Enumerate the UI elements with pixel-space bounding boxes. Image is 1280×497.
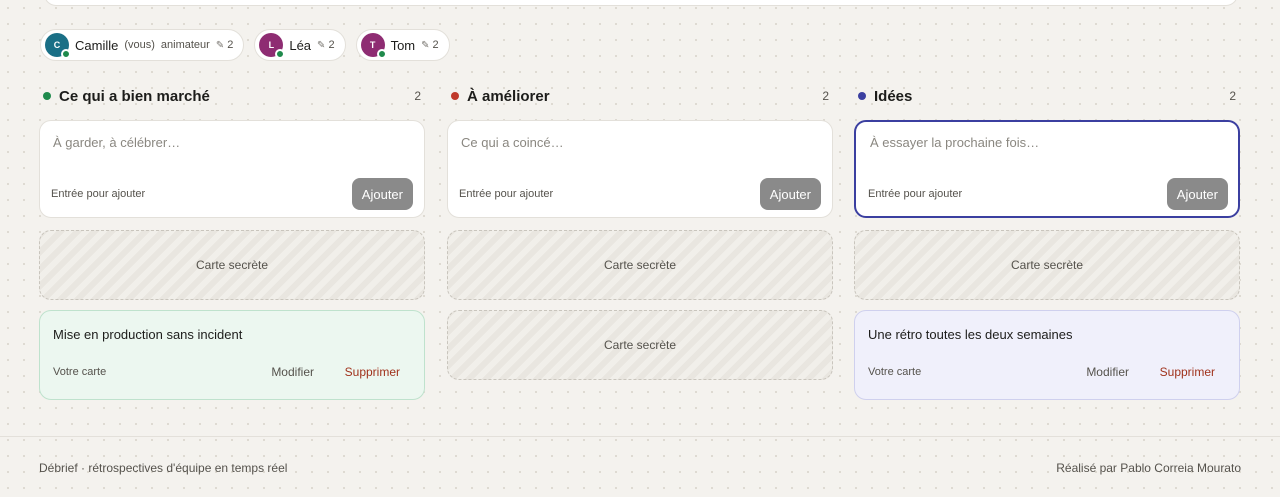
column-title: Ce qui a bien marché [59,87,210,105]
participant-card-count: ✎ 2 [216,39,234,51]
card-input[interactable] [53,135,393,150]
composer-hint: Entrée pour ajouter [868,188,963,200]
card-composer: Entrée pour ajouter Ajouter [39,120,425,218]
own-card: Mise en production sans incident Votre c… [39,310,425,400]
footer-tagline: Débrief · rétrospectives d'équipe en tem… [39,461,288,475]
column-header: Ce qui a bien marché 2 [39,86,425,106]
participants-bar: C Camille (vous) animateur ✎ 2 L Léa ✎ 2… [40,29,450,61]
card-composer: Entrée pour ajouter Ajouter [447,120,833,218]
column-title: À améliorer [467,87,550,105]
column-color-dot [858,92,866,100]
participant-count-value: 2 [328,39,335,51]
column-title: Idées [874,87,913,105]
add-button[interactable]: Ajouter [351,178,413,210]
footer-credit: Réalisé par Pablo Correia Mourato [1056,461,1241,475]
delete-card-button[interactable]: Supprimer [345,365,400,379]
card-input[interactable] [870,135,1210,150]
own-card: Une rétro toutes les deux semaines Votre… [854,310,1240,400]
column-count: 2 [414,89,421,103]
edit-card-button[interactable]: Modifier [271,365,314,379]
footer: Débrief · rétrospectives d'équipe en tem… [0,436,1280,497]
card-input[interactable] [461,135,801,150]
avatar: L [259,33,286,59]
add-button[interactable]: Ajouter [759,178,821,210]
secret-card: Carte secrète [447,310,833,380]
delete-card-button[interactable]: Supprimer [1160,365,1215,379]
column-to-improve: À améliorer 2 Entrée pour ajouter Ajoute… [447,86,833,380]
participant-chip-camille: C Camille (vous) animateur ✎ 2 [40,29,245,61]
participant-you-label: (vous) [124,39,155,51]
participant-role: animateur [160,39,210,51]
secret-card: Carte secrète [854,230,1240,300]
avatar-initial: L [268,40,275,50]
participant-card-count: ✎ 2 [317,39,335,51]
participant-count-value: 2 [432,39,439,51]
participant-count-value: 2 [227,39,234,51]
column-header: À améliorer 2 [447,86,833,106]
card-owner-label: Votre carte [868,366,922,378]
composer-hint: Entrée pour ajouter [51,188,146,200]
online-indicator [376,49,387,59]
column-count: 2 [1229,89,1236,103]
column-ideas: Idées 2 Entrée pour ajouter Ajouter Cart… [854,86,1240,400]
top-panel [44,0,1238,6]
pencil-icon: ✎ [421,39,430,51]
secret-card: Carte secrète [39,230,425,300]
column-count: 2 [822,89,829,103]
participant-card-count: ✎ 2 [421,39,439,51]
card-text: Mise en production sans incident [53,327,243,342]
card-composer: Entrée pour ajouter Ajouter [854,120,1240,218]
avatar-initial: C [53,40,61,50]
column-color-dot [43,92,51,100]
edit-card-button[interactable]: Modifier [1086,365,1129,379]
column-went-well: Ce qui a bien marché 2 Entrée pour ajout… [39,86,425,400]
online-indicator [61,49,71,59]
add-button[interactable]: Ajouter [1166,178,1228,210]
card-owner-label: Votre carte [53,366,107,378]
participant-name: Léa [289,37,312,53]
column-header: Idées 2 [854,86,1240,106]
participant-chip-lea: L Léa ✎ 2 [254,29,346,61]
online-indicator [275,49,286,59]
avatar: T [360,33,387,59]
participant-name: Camille [75,37,119,53]
column-color-dot [451,92,459,100]
pencil-icon: ✎ [215,39,225,51]
participant-chip-tom: T Tom ✎ 2 [355,29,450,61]
participant-name: Tom [390,37,416,53]
pencil-icon: ✎ [317,39,326,51]
avatar-initial: T [369,40,376,50]
card-text: Une rétro toutes les deux semaines [868,327,1073,342]
secret-card: Carte secrète [447,230,833,300]
avatar: C [45,33,71,59]
composer-hint: Entrée pour ajouter [459,188,554,200]
